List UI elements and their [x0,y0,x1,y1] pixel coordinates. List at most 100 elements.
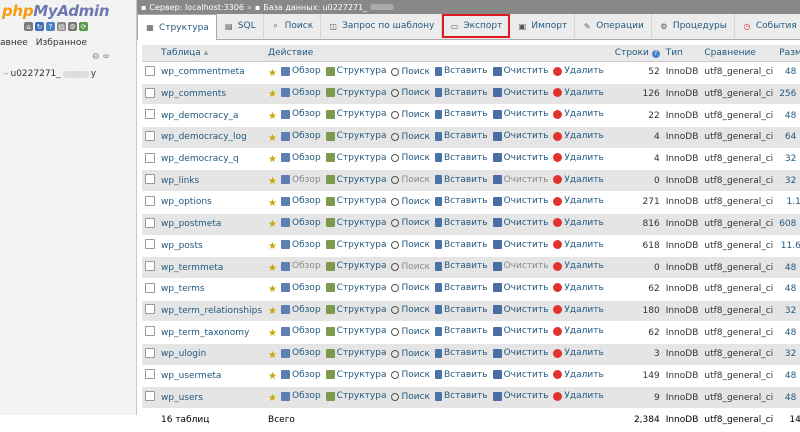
table-size[interactable]: 32 КиБ [776,300,800,323]
insert-action[interactable]: Вставить [434,305,488,315]
search-action[interactable]: Поиск [391,197,430,207]
table-name-link[interactable]: wp_commentmeta [161,67,245,77]
sidebar-database-item[interactable]: – u0227271_ у [4,69,96,79]
structure-action[interactable]: Структура [325,370,386,380]
table-size[interactable]: 64 КиБ [776,126,800,149]
empty-action[interactable]: Очистить [492,131,548,141]
insert-action[interactable]: Вставить [434,261,488,271]
table-size[interactable]: 11.6 МБ [776,235,800,258]
empty-action[interactable]: Очистить [492,283,548,293]
drop-action[interactable]: Удалить [553,348,604,358]
empty-action[interactable]: Очистить [492,326,548,336]
browse-action[interactable]: Обзор [281,391,321,401]
row-checkbox[interactable] [142,169,158,193]
table-name-link[interactable]: wp_terms [161,284,205,294]
reload-icon[interactable]: ⟳ [79,22,88,31]
structure-action[interactable]: Структура [325,109,386,119]
table-name-link[interactable]: wp_term_relationships [161,306,262,316]
table-name-link[interactable]: wp_usermeta [161,371,221,381]
empty-action[interactable]: Очистить [492,153,548,163]
drop-action[interactable]: Удалить [553,370,604,380]
table-size[interactable]: 48 КиБ [776,321,800,344]
browse-action[interactable]: Обзор [281,305,321,315]
breadcrumb-database[interactable]: База данных: u0227271_ [263,3,367,12]
tab-structure[interactable]: ▦ Структура [137,14,217,40]
structure-action[interactable]: Структура [325,131,386,141]
row-checkbox[interactable] [142,256,158,279]
table-size[interactable]: 1.1 МБ [776,191,800,214]
structure-action[interactable]: Структура [325,175,386,185]
table-name-link[interactable]: wp_democracy_a [161,111,239,121]
empty-action[interactable]: Очистить [492,175,548,185]
empty-action[interactable]: Очистить [492,196,548,206]
table-size[interactable]: 48 КиБ [776,104,800,128]
browse-action[interactable]: Обзор [281,240,321,250]
table-name-link[interactable]: wp_democracy_log [161,132,247,142]
recent-tab[interactable]: авнее [0,38,28,48]
structure-action[interactable]: Структура [325,305,386,315]
drop-action[interactable]: Удалить [553,240,604,250]
favorite-star-icon[interactable]: ★ [268,111,277,122]
insert-action[interactable]: Вставить [434,88,488,98]
search-action[interactable]: Поиск [391,262,430,272]
column-header-rows[interactable]: Строки ? [611,45,663,62]
table-size[interactable]: 48 КиБ [776,61,800,84]
table-size[interactable]: 48 КиБ [776,386,800,409]
table-name-link[interactable]: wp_ulogin [161,349,206,359]
favorite-star-icon[interactable]: ★ [268,176,277,187]
column-header-table[interactable]: Таблица ▴ [158,45,266,62]
insert-action[interactable]: Вставить [434,131,488,141]
row-checkbox[interactable] [142,61,158,84]
favorite-star-icon[interactable]: ★ [268,371,277,382]
drop-action[interactable]: Удалить [553,196,604,206]
browse-action[interactable]: Обзор [281,175,321,185]
docs-icon[interactable]: ▤ [57,22,66,31]
structure-action[interactable]: Структура [325,66,386,76]
empty-action[interactable]: Очистить [492,305,548,315]
drop-action[interactable]: Удалить [553,261,604,271]
table-name-link[interactable]: wp_postmeta [161,219,221,229]
favorite-star-icon[interactable]: ★ [268,241,277,252]
insert-action[interactable]: Вставить [434,240,488,250]
favorite-star-icon[interactable]: ★ [268,68,277,79]
favorite-star-icon[interactable]: ★ [268,263,277,274]
browse-action[interactable]: Обзор [281,370,321,380]
tab-sql[interactable]: ▤ SQL [217,14,264,38]
tab-operations[interactable]: ✎ Операции [575,14,652,38]
browse-action[interactable]: Обзор [281,88,321,98]
row-checkbox[interactable] [142,343,158,366]
search-action[interactable]: Поиск [391,110,430,120]
column-header-collation[interactable]: Сравнение [701,45,777,62]
browse-action[interactable]: Обзор [281,109,321,119]
drop-action[interactable]: Удалить [553,131,604,141]
table-name-link[interactable]: wp_options [161,197,212,207]
empty-action[interactable]: Очистить [492,391,548,401]
drop-action[interactable]: Удалить [553,391,604,401]
favorite-star-icon[interactable]: ★ [268,133,277,144]
search-action[interactable]: Поиск [391,132,430,142]
row-checkbox[interactable] [142,300,158,323]
table-size[interactable]: 256 КиБ [776,83,800,106]
table-name-link[interactable]: wp_comments [161,89,226,99]
favorite-star-icon[interactable]: ★ [268,154,277,165]
tab-routines[interactable]: ⚙ Процедуры [652,14,735,38]
column-header-type[interactable]: Тип [662,45,702,62]
insert-action[interactable]: Вставить [434,370,488,380]
insert-action[interactable]: Вставить [434,218,488,228]
favorite-star-icon[interactable]: ★ [268,306,277,317]
search-action[interactable]: Поиск [391,349,430,359]
empty-action[interactable]: Очистить [492,261,548,271]
insert-action[interactable]: Вставить [434,153,488,163]
row-checkbox[interactable] [142,83,158,106]
empty-action[interactable]: Очистить [492,218,548,228]
empty-action[interactable]: Очистить [492,88,548,98]
row-checkbox[interactable] [142,191,158,214]
drop-action[interactable]: Удалить [553,175,604,185]
table-size[interactable]: 32 КиБ [776,169,800,193]
insert-action[interactable]: Вставить [434,196,488,206]
favorite-star-icon[interactable]: ★ [268,198,277,209]
search-action[interactable]: Поиск [391,218,430,228]
expand-icon[interactable]: – [4,69,9,79]
home-icon[interactable]: ⌂ [24,22,33,31]
favorite-star-icon[interactable]: ★ [268,393,277,404]
